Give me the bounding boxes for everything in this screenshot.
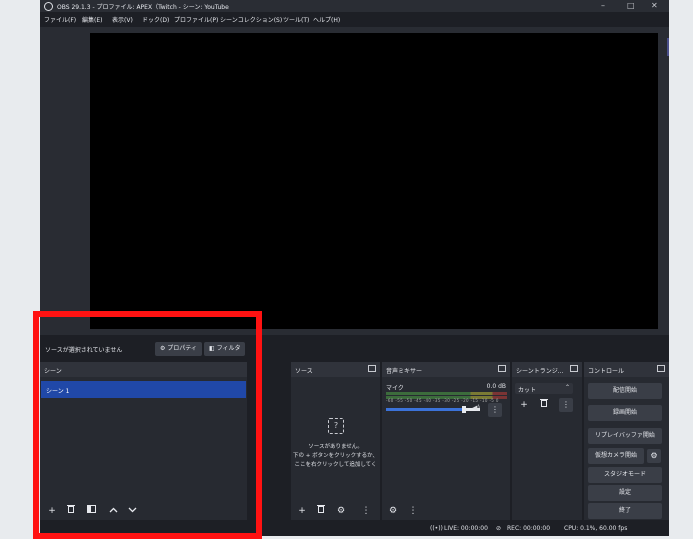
- broadcast-icon: ((•)): [430, 525, 443, 532]
- sources-toolbar: + ⚙ ⋮: [291, 502, 380, 520]
- volume-meter: [386, 392, 507, 395]
- mixer-db-value: 0.0 dB: [486, 383, 506, 390]
- menu-help[interactable]: ヘルプ(H): [313, 15, 340, 24]
- transitions-dock: シーントランジ... カット ⌃ + ⋮: [512, 362, 582, 520]
- meter-scale: -60 -55 -50 -45 -40 -35 -30 -25 -20 -15 …: [386, 398, 499, 403]
- undock-icon[interactable]: [570, 365, 578, 372]
- sources-dock-title: ソース: [295, 368, 313, 375]
- exit-button[interactable]: 終了: [588, 503, 662, 519]
- empty-sources-text: ソースがありません。: [308, 444, 363, 450]
- mixer-dock-header: 音声ミキサー: [382, 362, 510, 377]
- source-more-button[interactable]: ⋮: [359, 504, 373, 518]
- start-virtual-camera-button[interactable]: 仮想カメラ開始: [588, 448, 644, 464]
- controls-dock-title: コントロール: [588, 368, 625, 375]
- undock-icon[interactable]: [368, 365, 376, 372]
- sources-dock-header: ソース: [291, 362, 380, 377]
- empty-sources-hint-2: ここを右クリックして追加してく: [294, 462, 377, 468]
- live-time: LIVE: 00:00:00: [444, 525, 488, 532]
- mixer-dock-title: 音声ミキサー: [386, 368, 423, 375]
- menu-scene-collection[interactable]: シーンコレクション(S): [220, 15, 282, 24]
- controls-dock: コントロール 配信開始 録画開始 リプレイバッファ開始 仮想カメラ開始 ⚙ スタ…: [584, 362, 669, 520]
- menu-tools[interactable]: ツール(T): [283, 15, 309, 24]
- cpu-fps: CPU: 0.1%, 60.00 fps: [564, 525, 628, 532]
- menu-file[interactable]: ファイル(F): [44, 15, 76, 24]
- kebab-icon: ⋮: [491, 405, 499, 414]
- gear-icon: ⚙: [336, 506, 346, 516]
- controls-dock-header: コントロール: [584, 362, 669, 377]
- empty-sources-icon: ?: [328, 418, 344, 434]
- settings-button[interactable]: 設定: [588, 485, 662, 501]
- remove-source-button[interactable]: [314, 504, 328, 518]
- gear-icon: ⚙: [650, 451, 658, 460]
- scenes-highlight-box: [33, 311, 262, 539]
- start-replay-buffer-button[interactable]: リプレイバッファ開始: [588, 428, 662, 444]
- mixer-more-button[interactable]: ⋮: [406, 504, 420, 518]
- select-arrow-icon: ⌃: [564, 384, 570, 391]
- studio-mode-button[interactable]: スタジオモード: [588, 467, 662, 483]
- menu-edit[interactable]: 編集(E): [82, 15, 102, 24]
- undock-icon[interactable]: [498, 365, 506, 372]
- mixer-toolbar: ⚙ ⋮: [382, 502, 510, 520]
- transitions-dock-header: シーントランジ...: [512, 362, 582, 377]
- kebab-icon: ⋮: [361, 506, 371, 516]
- preview-canvas[interactable]: [90, 33, 658, 329]
- source-properties-button[interactable]: ⚙: [334, 504, 348, 518]
- empty-sources-hint: 下の + ボタンをクリックするか、: [293, 453, 378, 459]
- title-bar: OBS 29.1.3 - プロファイル: APEX（Twitch - シーン: …: [40, 0, 669, 12]
- audio-mixer-dock: 音声ミキサー マイク 0.0 dB -60 -55 -50 -45 -40 -3…: [382, 362, 510, 520]
- menu-dock[interactable]: ドック(D): [142, 15, 169, 24]
- mixer-channel-menu-button[interactable]: ⋮: [488, 403, 502, 417]
- volume-slider-handle[interactable]: [462, 406, 466, 413]
- gear-icon: ⚙: [388, 506, 398, 516]
- virtual-camera-settings-button[interactable]: ⚙: [647, 449, 661, 463]
- kebab-icon: ⋮: [408, 506, 418, 516]
- transition-menu-button[interactable]: ⋮: [559, 398, 573, 412]
- trash-icon: [540, 399, 548, 407]
- start-streaming-button[interactable]: 配信開始: [588, 383, 662, 399]
- transition-select[interactable]: カット ⌃: [515, 383, 573, 394]
- kebab-icon: ⋮: [562, 400, 570, 409]
- transitions-dock-title: シーントランジ...: [516, 368, 564, 375]
- add-transition-button[interactable]: +: [517, 398, 531, 412]
- preview-scroll-edge: [667, 38, 669, 56]
- start-recording-button[interactable]: 録画開始: [588, 405, 662, 421]
- sources-dock: ソース ? ソースがありません。 下の + ボタンをクリックするか、 ここを右ク…: [291, 362, 380, 520]
- rec-time: REC: 00:00:00: [507, 525, 551, 532]
- remove-transition-button[interactable]: [537, 398, 551, 412]
- maximize-button[interactable]: □: [627, 1, 635, 10]
- menu-bar: ファイル(F) 編集(E) 表示(V) ドック(D) プロファイル(P) シーン…: [40, 13, 669, 26]
- window-title: OBS 29.1.3 - プロファイル: APEX（Twitch - シーン: …: [57, 4, 229, 11]
- volume-slider[interactable]: [386, 408, 464, 411]
- record-icon: ⊘: [496, 525, 502, 532]
- mixer-channel-name: マイク: [386, 385, 404, 392]
- undock-icon[interactable]: [657, 365, 665, 372]
- transition-selected: カット: [518, 387, 537, 394]
- advanced-audio-button[interactable]: ⚙: [386, 504, 400, 518]
- minimize-button[interactable]: –: [601, 1, 605, 10]
- menu-profile[interactable]: プロファイル(P): [174, 15, 218, 24]
- speaker-icon[interactable]: ◀): [472, 404, 480, 412]
- menu-view[interactable]: 表示(V): [112, 15, 133, 24]
- close-button[interactable]: ✕: [651, 1, 658, 10]
- add-source-button[interactable]: +: [295, 504, 309, 518]
- obs-logo-icon: [44, 2, 53, 11]
- trash-icon: [317, 505, 325, 513]
